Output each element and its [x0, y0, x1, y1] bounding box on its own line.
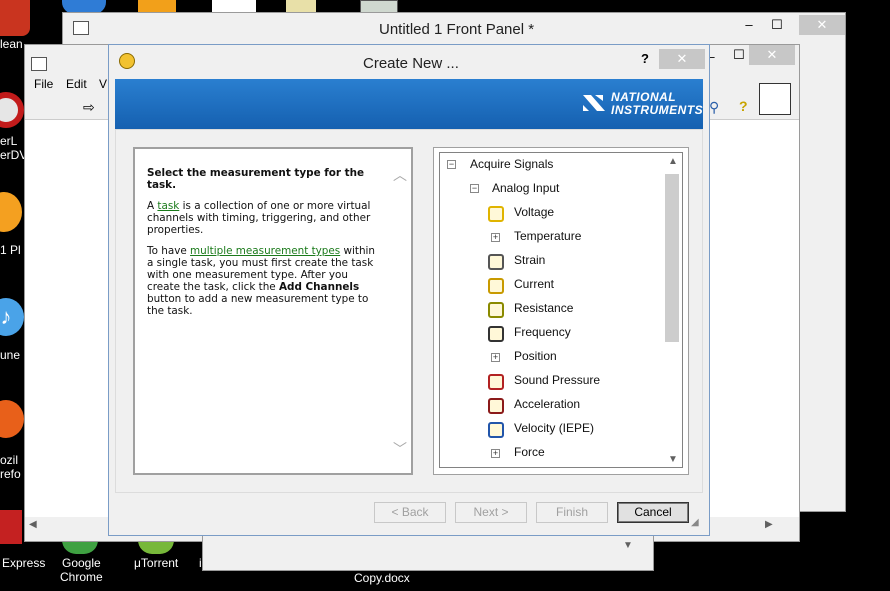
description-paragraph-1: A task is a collection of one or more vi…	[147, 200, 383, 236]
ni-brand-line2: INSTRUMENTS	[611, 103, 704, 117]
p2-post: button to add a new measurement type to …	[147, 293, 369, 317]
close-button[interactable]: ✕	[799, 15, 845, 35]
tree-item-force[interactable]: Force	[514, 445, 545, 459]
velocity-icon	[488, 422, 504, 438]
desktop-icon-label: erL	[0, 134, 18, 148]
ni-logo-icon	[581, 91, 607, 115]
chrome-label-line1: Google	[61, 556, 101, 570]
utorrent-icon[interactable]	[138, 540, 174, 554]
voltage-icon	[488, 206, 504, 222]
desktop-icon-utorrent-label[interactable]: μTorrent	[134, 556, 178, 570]
close-button[interactable]: ✕	[749, 45, 795, 65]
cancel-button[interactable]: Cancel	[617, 502, 689, 523]
tree-item-strain[interactable]: Strain	[514, 253, 545, 267]
tree-group-collapse-icon[interactable]: −	[470, 184, 479, 193]
tree-expand-icon[interactable]: +	[491, 449, 500, 458]
multiple-measurement-types-link[interactable]: multiple measurement types	[190, 245, 340, 257]
chrome-icon[interactable]	[62, 540, 98, 554]
desktop-icon-label: une	[0, 348, 21, 362]
task-link[interactable]: task	[157, 200, 179, 212]
tree-scroll-down-icon[interactable]: ▼	[668, 454, 678, 465]
tree-item-position[interactable]: Position	[514, 349, 557, 363]
p2-pre: To have	[147, 245, 191, 257]
vi-icon-block-diagram	[759, 83, 791, 115]
desktop-icon-3[interactable]	[0, 192, 22, 232]
block-diagram-icon	[31, 57, 47, 71]
desktop-icon-4[interactable]: ♪	[0, 298, 24, 336]
next-button[interactable]: Next >	[455, 502, 527, 523]
tree-item-acquire-signals[interactable]: Acquire Signals	[470, 157, 553, 171]
minimize-button[interactable]: –	[735, 15, 763, 35]
menu-view[interactable]: V	[99, 77, 107, 91]
labview-icon	[73, 21, 89, 35]
tree-item-current[interactable]: Current	[514, 277, 554, 291]
desktop-icon-label: ozil	[0, 453, 19, 467]
description-scroll-up-icon[interactable]: ︿	[393, 165, 407, 185]
desktop-icon-label: lean	[0, 37, 23, 51]
microphone-icon	[488, 374, 504, 390]
tree-item-velocity-iepe[interactable]: Velocity (IEPE)	[514, 421, 594, 435]
desktop-icon-chrome-label[interactable]: Google Chrome	[60, 556, 103, 584]
create-new-dialog: Create New ... ? ✕ NATIONAL INSTRUMENTS …	[108, 44, 710, 536]
menu-file[interactable]: File	[34, 77, 53, 91]
add-channels-text: Add Channels	[279, 281, 360, 293]
description-paragraph-2: To have multiple measurement types withi…	[147, 245, 383, 317]
scroll-right-arrow[interactable]: ▶	[765, 519, 773, 530]
tree-scroll-thumb[interactable]	[665, 174, 679, 342]
desktop-icon-label: 1 Pl	[0, 243, 21, 257]
back-button[interactable]: < Back	[374, 502, 446, 523]
desktop-icon-copy-docx-label[interactable]: Copy.docx	[354, 571, 410, 585]
chrome-label-line2: Chrome	[60, 570, 103, 584]
tree-item-voltage[interactable]: Voltage	[514, 205, 554, 219]
dialog-help-button[interactable]: ?	[631, 49, 659, 69]
tree-item-frequency[interactable]: Frequency	[514, 325, 571, 339]
run-arrow-icon[interactable]: ⇨	[83, 99, 95, 116]
front-panel-titlebar: Untitled 1 Front Panel * – ☐ ✕	[63, 13, 845, 43]
tree-expand-icon[interactable]: +	[491, 233, 500, 242]
tree-item-analog-input[interactable]: Analog Input	[492, 181, 559, 195]
desktop-icon-label: refo	[0, 467, 21, 481]
description-heading: Select the measurement type for the task…	[147, 167, 365, 191]
tree-expand-icon[interactable]: +	[491, 353, 500, 362]
bottom-partial-window: ▼	[202, 535, 654, 571]
tree-item-resistance[interactable]: Resistance	[514, 301, 573, 315]
dropdown-arrow-icon[interactable]: ▼	[623, 540, 633, 551]
current-icon	[488, 278, 504, 294]
scroll-left-arrow[interactable]: ◀	[29, 519, 37, 530]
dialog-close-button[interactable]: ✕	[659, 49, 705, 69]
dialog-titlebar: Create New ... ? ✕	[109, 45, 709, 79]
p1-post: is a collection of one or more virtual c…	[147, 200, 371, 236]
resize-grip-icon[interactable]: ◢	[691, 517, 699, 528]
tree-item-acceleration[interactable]: Acceleration	[514, 397, 580, 411]
menu-edit[interactable]: Edit	[66, 77, 87, 91]
finish-button[interactable]: Finish	[536, 502, 608, 523]
p1-pre: A	[147, 200, 158, 212]
daqmx-icon	[119, 53, 135, 69]
desktop-icon-express-label[interactable]: Express	[2, 556, 45, 570]
resistance-icon	[488, 302, 504, 318]
desktop-icon-5[interactable]	[0, 400, 24, 438]
acceleration-icon	[488, 398, 504, 414]
desktop-icon-6[interactable]	[0, 510, 22, 544]
desktop-icon-1[interactable]	[0, 0, 30, 36]
tree-scroll-up-icon[interactable]: ▲	[668, 156, 678, 167]
ni-brand-line1: NATIONAL	[611, 90, 677, 104]
ni-banner: NATIONAL INSTRUMENTS	[115, 79, 703, 129]
tree-item-temperature[interactable]: Temperature	[514, 229, 581, 243]
frequency-icon	[488, 326, 504, 342]
dialog-title: Create New ...	[363, 55, 459, 72]
help-icon[interactable]: ?	[739, 98, 748, 114]
strain-icon	[488, 254, 504, 270]
description-panel: Select the measurement type for the task…	[133, 147, 413, 475]
description-text: Select the measurement type for the task…	[147, 167, 383, 317]
desktop-icon-2[interactable]	[0, 92, 24, 128]
search-icon[interactable]: ⚲	[709, 99, 719, 116]
tree-item-sound-pressure[interactable]: Sound Pressure	[514, 373, 600, 387]
front-panel-title: Untitled 1 Front Panel *	[379, 21, 535, 38]
description-scroll-down-icon[interactable]: ﹀	[393, 439, 407, 459]
maximize-button[interactable]: ☐	[763, 15, 791, 35]
tree-root-collapse-icon[interactable]: −	[447, 160, 456, 169]
measurement-tree-panel: − Acquire Signals − Analog Input Voltage…	[433, 147, 689, 475]
